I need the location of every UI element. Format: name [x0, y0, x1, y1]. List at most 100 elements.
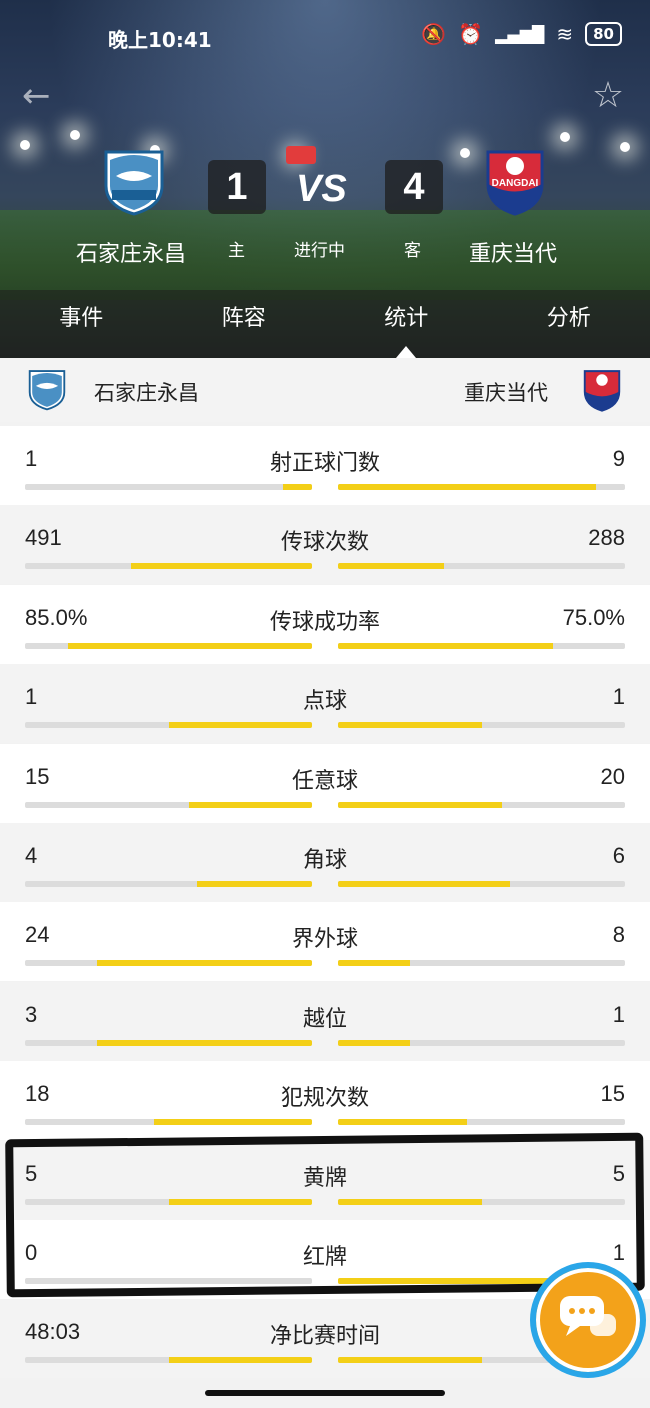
stat-label: 传球成功率 — [269, 609, 380, 635]
tab-events[interactable]: 事件 — [0, 290, 163, 358]
away-side-label: 客 — [404, 241, 421, 261]
stat-home-bar — [25, 484, 312, 490]
stat-home-bar — [25, 1357, 312, 1364]
tab-stats[interactable]: 统计 — [325, 290, 488, 358]
stat-away-bar — [338, 1198, 625, 1205]
home-team-logo — [104, 150, 164, 216]
stat-home-fill — [197, 881, 312, 887]
home-team-mini-logo — [28, 370, 66, 411]
stat-away-value: 8 — [612, 922, 625, 948]
stat-away-value: 1 — [612, 1240, 625, 1265]
stat-home-fill — [168, 1357, 312, 1364]
home-side-label: 主 — [228, 241, 245, 261]
stat-row: 1 点球 1 — [0, 664, 650, 744]
stat-away-fill — [338, 484, 597, 490]
stat-away-fill — [338, 1198, 482, 1205]
tab-analysis[interactable]: 分析 — [488, 290, 650, 358]
star-icon[interactable]: ☆ — [588, 76, 628, 116]
stat-away-value: 288 — [588, 525, 625, 551]
stat-away-value: 20 — [600, 763, 625, 789]
stat-away-fill — [338, 801, 502, 808]
away-team-mini-logo — [583, 370, 621, 412]
stat-away-fill — [338, 642, 554, 649]
stat-home-fill — [188, 801, 312, 808]
chat-bubble-icon — [560, 1296, 616, 1336]
stat-away-value: 9 — [612, 446, 625, 471]
away-team-logo: DANGDAI — [486, 150, 544, 216]
stat-home-bar — [25, 1039, 312, 1046]
stat-away-value: 75.0% — [562, 604, 625, 630]
stat-label: 任意球 — [291, 768, 358, 794]
stat-home-bar — [25, 960, 312, 967]
stat-label: 界外球 — [291, 927, 358, 953]
stat-home-fill — [154, 1119, 312, 1126]
away-score: 4 — [385, 160, 443, 214]
stat-home-fill — [96, 960, 312, 967]
stat-label: 角球 — [302, 848, 347, 873]
teams-row: 石家庄永昌 重庆当代 — [0, 358, 650, 422]
stat-home-fill — [168, 1198, 312, 1205]
stat-home-bar — [25, 642, 312, 649]
home-team-label: 石家庄永昌 — [94, 381, 199, 405]
stat-away-value: 6 — [612, 843, 625, 868]
stat-away-bar — [338, 960, 625, 967]
stat-home-bar — [25, 1119, 312, 1126]
stat-away-value: 15 — [600, 1081, 625, 1107]
stat-row: 24 界外球 8 — [0, 902, 650, 982]
stat-away-fill — [338, 563, 445, 570]
status-icons: 🔕 ⏰ ▂▄▆█ ≋ 80 — [421, 22, 622, 46]
alarm-icon: ⏰ — [458, 22, 484, 46]
stat-away-bar — [338, 1039, 625, 1046]
battery-indicator: 80 — [585, 22, 622, 46]
chat-button[interactable] — [530, 1262, 646, 1378]
stat-home-fill — [96, 1039, 312, 1046]
stat-row: 491 传球次数 288 — [0, 505, 650, 585]
status-bar: 晚上10:41 🔕 ⏰ ▂▄▆█ ≋ 80 — [0, 0, 650, 76]
stat-home-fill — [283, 484, 312, 490]
stat-away-value: 1 — [612, 684, 625, 710]
stat-home-bar — [25, 722, 312, 729]
stat-away-bar — [338, 722, 625, 729]
stat-row: 15 任意球 20 — [0, 743, 650, 823]
stat-home-bar — [25, 881, 312, 887]
away-team-name: 重庆当代 — [469, 242, 558, 267]
mute-icon: 🔕 — [421, 22, 447, 46]
stat-away-value: 5 — [612, 1160, 625, 1186]
stat-home-bar — [25, 1278, 312, 1284]
stat-label: 黄牌 — [302, 1165, 347, 1191]
signal-icon: ▂▄▆█ — [495, 24, 545, 44]
stat-label: 点球 — [302, 689, 347, 715]
stat-away-bar — [338, 801, 625, 808]
stat-home-bar — [25, 1198, 312, 1205]
home-indicator — [205, 1390, 445, 1396]
stat-home-bar — [25, 563, 312, 570]
stat-row: 1 射正球门数 9 — [0, 426, 650, 505]
stat-away-bar — [338, 484, 625, 490]
stat-away-fill — [338, 881, 511, 887]
live-indicator-icon — [286, 146, 316, 164]
stat-home-fill — [168, 722, 312, 729]
stat-away-bar — [338, 1119, 625, 1126]
stat-row: 5 黄牌 5 — [0, 1140, 650, 1220]
stat-away-bar — [338, 642, 625, 649]
stat-away-fill — [338, 1119, 468, 1126]
home-team-name: 石家庄永昌 — [76, 242, 187, 267]
stat-label: 红牌 — [302, 1245, 347, 1270]
stat-row: 85.0% 传球成功率 75.0% — [0, 584, 650, 664]
stat-row: 3 越位 1 — [0, 981, 650, 1061]
stat-away-value: 1 — [612, 1001, 625, 1027]
match-status: 进行中 — [294, 241, 345, 261]
stat-away-bar — [338, 881, 625, 887]
away-team-label: 重庆当代 — [464, 381, 548, 405]
away-logo-text: DANGDAI — [492, 178, 539, 189]
stat-label: 传球次数 — [280, 530, 369, 556]
tab-lineup[interactable]: 阵容 — [163, 290, 326, 358]
active-tab-indicator — [396, 346, 417, 358]
stat-away-fill — [338, 960, 410, 967]
back-arrow-icon[interactable]: ← — [22, 78, 58, 114]
stat-home-fill — [68, 642, 312, 649]
stat-row: 18 犯规次数 15 — [0, 1061, 650, 1141]
tab-bar: 事件 阵容 统计 分析 — [0, 290, 650, 358]
stat-away-fill — [338, 722, 482, 729]
stat-away-fill — [338, 1357, 482, 1364]
